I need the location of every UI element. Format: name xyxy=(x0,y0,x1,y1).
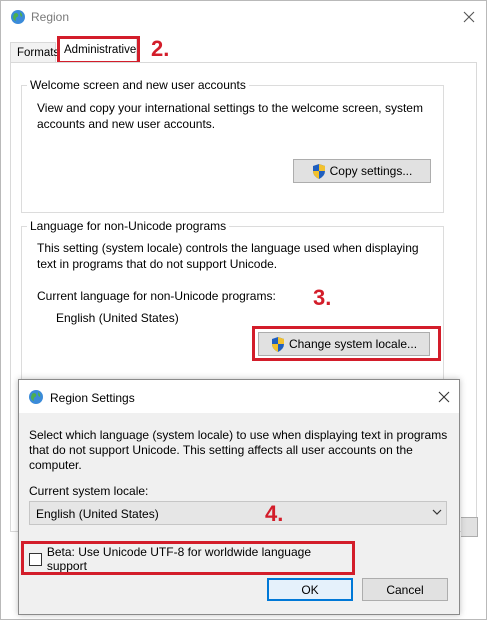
copy-settings-label: Copy settings... xyxy=(329,164,413,178)
non-unicode-description: This setting (system locale) controls th… xyxy=(37,241,419,271)
globe-icon xyxy=(11,10,25,24)
welcome-group-legend: Welcome screen and new user accounts xyxy=(27,78,249,92)
hidden-apply-button-edge[interactable] xyxy=(461,517,478,537)
system-locale-value: English (United States) xyxy=(36,507,159,521)
shield-icon xyxy=(312,163,325,179)
highlight-beta-checkbox xyxy=(21,541,355,575)
chevron-down-icon xyxy=(432,509,442,515)
step-3-label: 3. xyxy=(313,285,332,310)
ok-button[interactable]: OK xyxy=(267,578,353,601)
highlight-administrative-tab xyxy=(57,36,140,64)
welcome-group-description: View and copy your international setting… xyxy=(37,101,423,131)
current-system-locale-label: Current system locale: xyxy=(29,484,149,498)
current-language-label: Current language for non-Unicode program… xyxy=(37,289,276,303)
region-settings-dialog: Region Settings Select which language (s… xyxy=(18,379,460,615)
dialog-title-bar: Region Settings xyxy=(19,380,459,413)
cancel-button[interactable]: Cancel xyxy=(362,578,448,601)
current-language-value: English (United States) xyxy=(56,311,179,325)
dialog-description: Select which language (system locale) to… xyxy=(29,428,448,472)
non-unicode-group-legend: Language for non-Unicode programs xyxy=(27,219,230,233)
highlight-change-locale-button xyxy=(252,326,441,361)
ok-label: OK xyxy=(301,582,319,597)
globe-icon xyxy=(29,390,43,404)
close-icon xyxy=(463,11,475,23)
tab-formats[interactable]: Formats xyxy=(10,42,60,63)
dialog-close-button[interactable] xyxy=(433,386,455,408)
title-bar: Region xyxy=(1,1,487,33)
copy-settings-button[interactable]: Copy settings... xyxy=(293,159,431,183)
dialog-title: Region Settings xyxy=(50,391,135,405)
step-4-label: 4. xyxy=(265,501,284,526)
window-title: Region xyxy=(31,10,70,24)
system-locale-select[interactable]: English (United States) xyxy=(29,501,447,525)
tab-formats-label: Formats xyxy=(17,47,60,59)
close-button[interactable] xyxy=(457,6,481,28)
close-icon xyxy=(438,391,450,403)
cancel-label: Cancel xyxy=(386,582,424,597)
step-2-label: 2. xyxy=(151,36,170,61)
